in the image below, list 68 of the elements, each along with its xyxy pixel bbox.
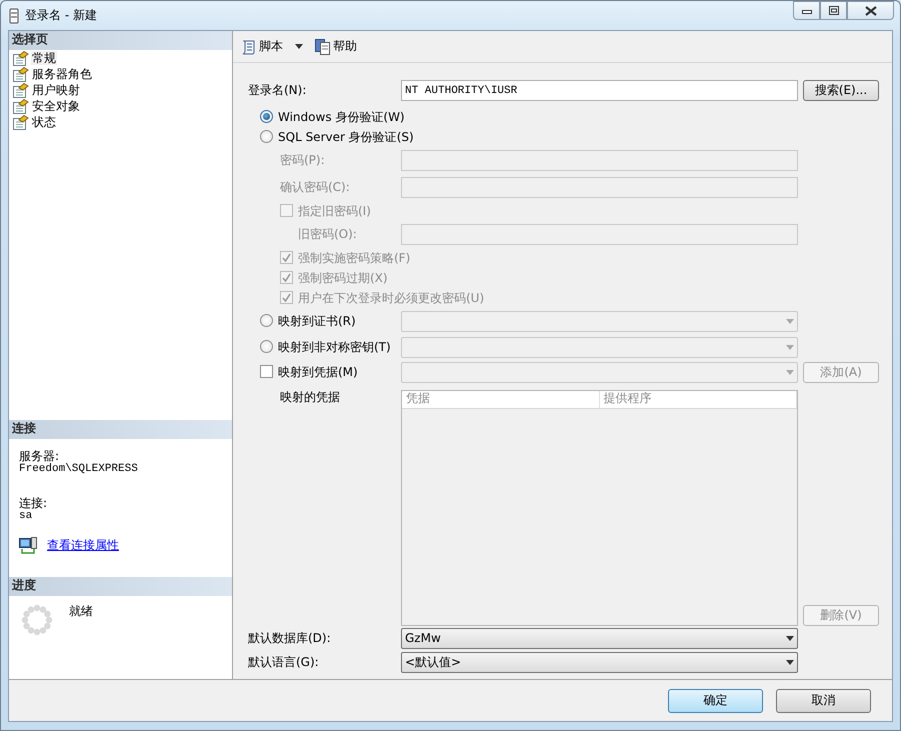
panel-header: 连接 [9, 420, 232, 439]
caret-icon [786, 636, 794, 640]
radio-indicator[interactable] [260, 314, 273, 328]
dropdown-field[interactable]: <默认值> [401, 652, 798, 672]
checkmark-icon [282, 293, 291, 302]
radio-button[interactable]: 映射到非对称密钥(T) [260, 340, 391, 354]
dialog-button[interactable]: 取消 [776, 688, 871, 712]
minimize-icon [802, 8, 812, 14]
field-label: 旧密码(O): [298, 227, 357, 242]
radio-button[interactable]: SQL Server 身份验证(S) [260, 130, 414, 144]
scroll-icon [241, 38, 257, 54]
page-item[interactable]: 服务器角色 [31, 66, 93, 82]
minimize-button[interactable] [793, 1, 820, 20]
field-label: 确认密码(C): [280, 180, 350, 195]
caret-icon [786, 660, 794, 664]
toolbar-button[interactable]: 帮助 [313, 38, 359, 56]
checkbox-indicator[interactable] [260, 365, 273, 378]
field-label: 默认语言(G): [248, 654, 319, 670]
dropdown-button[interactable] [293, 43, 305, 50]
connection-user: sa [19, 510, 34, 524]
radio-indicator[interactable] [260, 340, 273, 354]
page-icon [13, 98, 29, 114]
radio-indicator[interactable] [260, 130, 273, 144]
spinner-icon [21, 604, 53, 636]
checkmark-icon [282, 273, 291, 282]
panel-header: 选择页 [9, 31, 232, 50]
maximize-icon [828, 6, 838, 15]
radio-indicator[interactable] [260, 110, 273, 124]
computer-icon [19, 537, 37, 554]
checkbox[interactable]: 映射到凭据(M) [260, 364, 358, 380]
server-label: 服务器: [19, 449, 60, 463]
panel-header: 进度 [9, 577, 232, 596]
caret-icon [295, 44, 303, 49]
page-icon [13, 66, 29, 82]
close-button[interactable] [847, 1, 894, 20]
caret-icon [786, 344, 794, 350]
page-item[interactable]: 用户映射 [31, 82, 81, 98]
document-icon [315, 38, 331, 54]
maximize-button[interactable] [820, 1, 847, 20]
page-icon [13, 50, 29, 66]
section-label: 映射的凭据 [280, 390, 340, 404]
page-item[interactable]: 状态 [31, 114, 57, 130]
text-field[interactable]: NT AUTHORITY\IUSR [401, 80, 798, 101]
caret-icon [786, 318, 794, 324]
column-header: 提供程序 [600, 391, 797, 408]
status-text: 就绪 [69, 604, 93, 620]
caret-icon [786, 370, 794, 374]
database-icon [9, 8, 19, 24]
page-icon [13, 82, 29, 98]
dialog-button[interactable]: 确定 [668, 688, 763, 712]
dropdown-field[interactable]: GzMw [401, 628, 798, 648]
toolbar-button[interactable]: 脚本 [239, 38, 285, 56]
server-name: Freedom\SQLEXPRESS [19, 463, 139, 477]
page-item[interactable]: 安全对象 [31, 98, 81, 114]
radio-button[interactable]: 映射到证书(R) [260, 314, 356, 328]
close-icon [864, 6, 876, 16]
page-item[interactable]: 常规 [31, 50, 57, 66]
connection-label: 连接: [19, 496, 48, 510]
side-button[interactable]: 搜索(E)... [803, 80, 879, 101]
field-label: 登录名(N): [248, 83, 306, 98]
window-title: 登录名 - 新建 [25, 8, 97, 23]
column-header: 凭据 [402, 391, 600, 408]
field-label: 密码(P): [280, 153, 325, 168]
radio-button[interactable]: Windows 身份验证(W) [260, 110, 405, 124]
connection-properties-link[interactable]: 查看连接属性 [47, 538, 119, 553]
checkmark-icon [282, 253, 291, 262]
field-label: 默认数据库(D): [248, 630, 331, 646]
page-icon [13, 114, 29, 130]
